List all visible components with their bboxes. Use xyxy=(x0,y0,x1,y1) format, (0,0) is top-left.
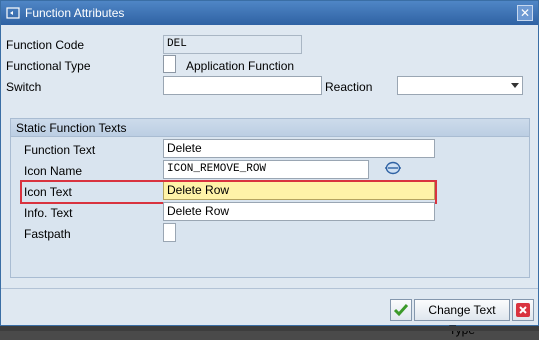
footer-divider xyxy=(1,288,538,289)
group-title: Static Function Texts xyxy=(16,121,127,135)
reaction-dropdown[interactable] xyxy=(397,76,523,95)
info-text-field[interactable]: Delete Row xyxy=(163,202,435,221)
switch-field[interactable] xyxy=(163,76,322,95)
icon-name-label: Icon Name xyxy=(24,164,83,178)
fastpath-field[interactable] xyxy=(163,223,176,242)
icon-name-field[interactable]: ICON_REMOVE_ROW xyxy=(163,160,369,179)
dialog-title: Function Attributes xyxy=(25,6,125,20)
icon-lookup-icon[interactable] xyxy=(384,160,402,176)
chevron-down-icon[interactable] xyxy=(511,83,519,88)
window-icon xyxy=(6,7,20,19)
function-attributes-dialog: Function Attributes ✕ Function Code DEL … xyxy=(0,0,539,337)
checkmark-icon xyxy=(393,304,409,317)
reaction-label: Reaction xyxy=(325,80,373,94)
highlight-box xyxy=(20,180,437,204)
switch-label: Switch xyxy=(6,80,42,94)
functional-type-label: Functional Type xyxy=(6,59,91,73)
fastpath-label: Fastpath xyxy=(24,227,71,241)
function-text-label: Function Text xyxy=(24,143,96,157)
application-function-label: Application Function xyxy=(186,59,295,73)
dialog-title-bar[interactable]: Function Attributes ✕ xyxy=(1,1,538,25)
background-window-strip xyxy=(0,326,539,331)
info-text-label: Info. Text xyxy=(24,206,73,220)
confirm-button[interactable] xyxy=(390,299,412,321)
cancel-x-icon xyxy=(516,303,530,317)
application-function-checkbox[interactable] xyxy=(163,55,176,73)
function-code-field: DEL xyxy=(163,35,302,54)
change-text-type-button[interactable]: Change Text Type xyxy=(414,299,510,337)
function-text-field[interactable]: Delete xyxy=(163,139,435,158)
close-button[interactable]: ✕ xyxy=(517,5,533,21)
group-header: Static Function Texts xyxy=(11,119,529,137)
cancel-button[interactable] xyxy=(512,299,534,321)
function-code-label: Function Code xyxy=(6,38,85,52)
